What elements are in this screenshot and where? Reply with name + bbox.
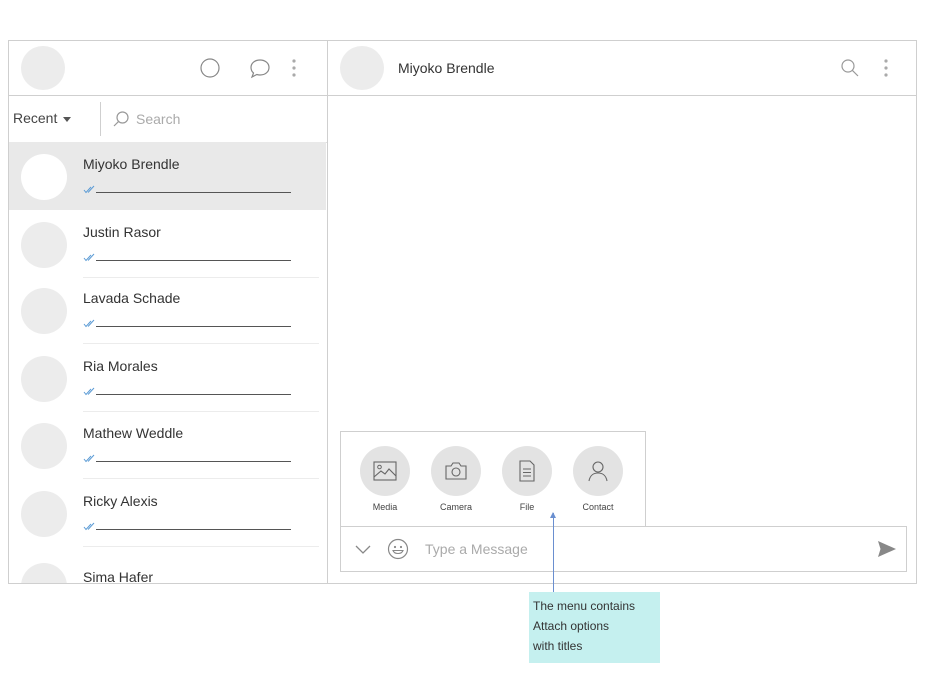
contact-button[interactable]: [573, 446, 623, 496]
attach-option-media[interactable]: Media: [355, 446, 415, 512]
chat-contact-name: Miyoko Brendle: [398, 60, 495, 76]
read-checkmarks-icon: [83, 253, 291, 262]
recent-dropdown[interactable]: Recent: [13, 110, 72, 126]
sidebar-header: [9, 41, 327, 96]
attach-option-label: Media: [372, 502, 398, 512]
contact-name: Sima Hafer: [83, 569, 154, 583]
menu-dots-icon[interactable]: [283, 57, 305, 79]
message-input[interactable]: Type a Message: [425, 541, 528, 557]
sidebar: Recent Search Miyoko Brendle Justin Raso…: [9, 41, 328, 583]
annotation-note: The menu contains Attach options with ti…: [529, 592, 660, 663]
arrowhead-icon: [550, 512, 556, 518]
chat-app-window: Recent Search Miyoko Brendle Justin Raso…: [8, 40, 917, 584]
search-input[interactable]: Search: [112, 110, 180, 128]
attach-menu: Media Camera File Contact: [340, 431, 646, 527]
send-icon[interactable]: [877, 540, 897, 558]
annotation-line: Attach options: [533, 619, 610, 633]
contact-name: Ria Morales: [83, 358, 158, 374]
image-icon: [373, 461, 397, 481]
attach-option-contact[interactable]: Contact: [568, 446, 628, 512]
search-icon: [113, 111, 129, 127]
filter-bar: Recent Search: [9, 96, 327, 143]
contact-avatar[interactable]: [340, 46, 384, 90]
contact-name: Ricky Alexis: [83, 493, 158, 509]
annotation-pointer: [553, 513, 554, 593]
chat-panel: Miyoko Brendle Media Camera File Contact…: [328, 41, 916, 583]
avatar: [21, 154, 67, 200]
contact-item[interactable]: Ricky Alexis: [9, 479, 319, 547]
attach-option-label: Camera: [439, 502, 472, 512]
read-checkmarks-icon: [83, 319, 291, 328]
recent-label: Recent: [13, 110, 58, 126]
person-icon: [588, 461, 608, 482]
new-chat-icon[interactable]: [249, 57, 271, 79]
camera-icon: [445, 462, 467, 480]
status-icon[interactable]: [199, 57, 221, 79]
contact-item[interactable]: Lavada Schade: [9, 276, 319, 344]
contact-item[interactable]: Justin Rasor: [9, 210, 319, 278]
annotation-line: The menu contains: [533, 599, 636, 613]
attach-option-label: File: [519, 502, 535, 512]
contact-name: Lavada Schade: [83, 290, 181, 306]
avatar: [21, 222, 67, 268]
search-icon[interactable]: [839, 57, 861, 79]
read-checkmarks-icon: [83, 387, 291, 396]
attach-option-camera[interactable]: Camera: [426, 446, 486, 512]
contact-name: Justin Rasor: [83, 224, 161, 240]
user-avatar[interactable]: [21, 46, 65, 90]
camera-button[interactable]: [431, 446, 481, 496]
chevron-down-icon[interactable]: [353, 541, 373, 557]
chevron-down-icon: [63, 116, 72, 122]
avatar: [21, 356, 67, 402]
attach-option-file[interactable]: File: [497, 446, 557, 512]
annotation-line: with titles: [533, 639, 583, 653]
read-checkmarks-icon: [83, 185, 291, 194]
contact-name: Miyoko Brendle: [83, 156, 180, 172]
file-icon: [519, 460, 535, 482]
contact-name: Mathew Weddle: [83, 425, 184, 441]
avatar: [21, 491, 67, 537]
divider: [100, 102, 101, 136]
menu-dots-icon[interactable]: [875, 57, 897, 79]
contact-item[interactable]: Miyoko Brendle: [9, 142, 326, 210]
avatar: [21, 423, 67, 469]
search-placeholder: Search: [136, 111, 181, 127]
avatar: [21, 288, 67, 334]
emoji-icon[interactable]: [387, 538, 409, 560]
contact-item[interactable]: Sima Hafer: [9, 551, 319, 583]
row-divider: [83, 546, 319, 547]
contact-item[interactable]: Mathew Weddle: [9, 411, 319, 479]
chat-header: Miyoko Brendle: [328, 41, 916, 96]
media-button[interactable]: [360, 446, 410, 496]
read-checkmarks-icon: [83, 454, 291, 463]
attach-option-label: Contact: [582, 502, 614, 512]
avatar: [21, 563, 67, 583]
file-button[interactable]: [502, 446, 552, 496]
message-composer: Type a Message: [340, 526, 907, 572]
read-checkmarks-icon: [83, 522, 291, 531]
contact-item[interactable]: Ria Morales: [9, 344, 319, 412]
